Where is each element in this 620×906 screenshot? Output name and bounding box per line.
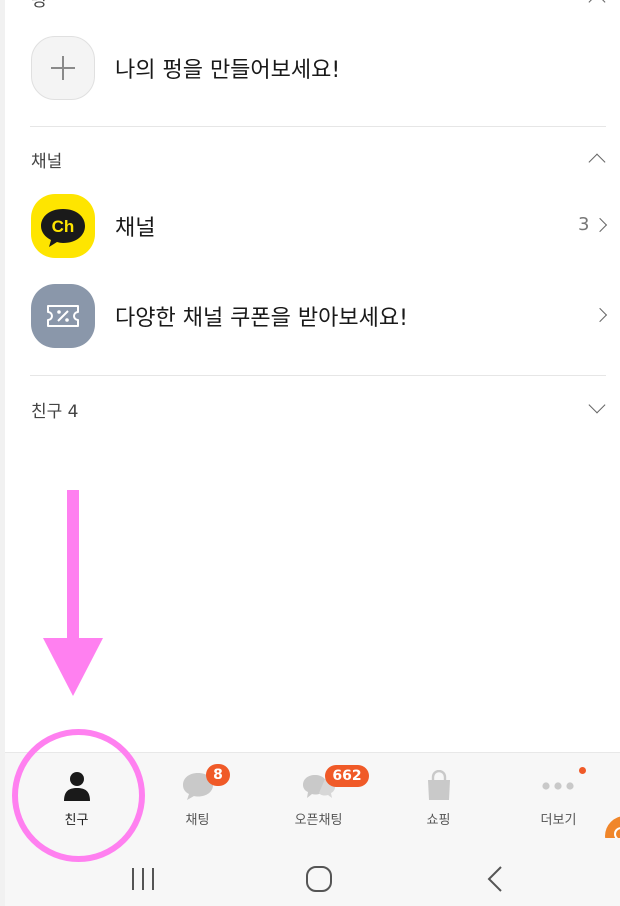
tab-more[interactable]: 더보기 (497, 753, 620, 839)
collapse-channel-chevron-icon[interactable] (588, 153, 606, 171)
friends-section-header: 친구 4 (31, 402, 79, 422)
ticket-icon (47, 305, 79, 327)
recent-apps-icon[interactable] (129, 866, 157, 892)
channel-ch-icon: Ch (41, 209, 85, 247)
channel-section-header: 채널 (31, 152, 63, 172)
tab-open-chat-label: 오픈채팅 (294, 813, 343, 828)
pung-section-header: 펑 (31, 0, 47, 11)
plus-icon (51, 56, 75, 80)
shopping-bag-icon (428, 770, 450, 800)
svg-text:Ch: Ch (52, 217, 75, 236)
more-dots-icon (542, 782, 574, 790)
channel-chevron-right-icon (592, 217, 608, 233)
annotation-circle (12, 729, 145, 862)
divider (30, 126, 606, 127)
channel-row[interactable]: Ch 채널 3 (5, 188, 620, 264)
coupon-chevron-right-icon (592, 307, 608, 323)
coupon-icon-box (31, 284, 95, 348)
app-screen: 펑 나의 펑을 만들어보세요! 채널 Ch 채널 3 다양한 채널 쿠폰을 받아… (5, 0, 620, 906)
home-icon[interactable] (305, 865, 333, 893)
create-pung-label: 나의 펑을 만들어보세요! (115, 58, 341, 83)
tab-shopping[interactable]: 쇼핑 (377, 753, 500, 839)
divider (30, 375, 606, 376)
tab-chats[interactable]: 8 채팅 (136, 753, 259, 839)
more-notification-dot (579, 767, 586, 774)
channel-title: 채널 (115, 216, 156, 241)
create-pung-row[interactable]: 나의 펑을 만들어보세요! (5, 30, 620, 106)
channel-count: 3 (578, 214, 590, 235)
channel-coupon-row[interactable]: 다양한 채널 쿠폰을 받아보세요! (5, 278, 620, 354)
back-icon[interactable] (485, 865, 505, 893)
coupon-title: 다양한 채널 쿠폰을 받아보세요! (115, 306, 408, 331)
annotation-arrow-icon (43, 490, 103, 696)
tab-more-label: 더보기 (540, 813, 577, 828)
open-chat-unread-badge: 662 (325, 765, 369, 787)
add-pung-button[interactable] (31, 36, 95, 100)
channel-logo: Ch (31, 194, 95, 258)
tab-chats-label: 채팅 (185, 813, 210, 828)
expand-friends-chevron-icon[interactable] (588, 396, 606, 414)
tab-open-chat[interactable]: 662 오픈채팅 (257, 753, 380, 839)
tab-shopping-label: 쇼핑 (426, 813, 451, 828)
collapse-pung-chevron-icon[interactable] (588, 0, 606, 11)
chats-unread-badge: 8 (206, 764, 230, 786)
